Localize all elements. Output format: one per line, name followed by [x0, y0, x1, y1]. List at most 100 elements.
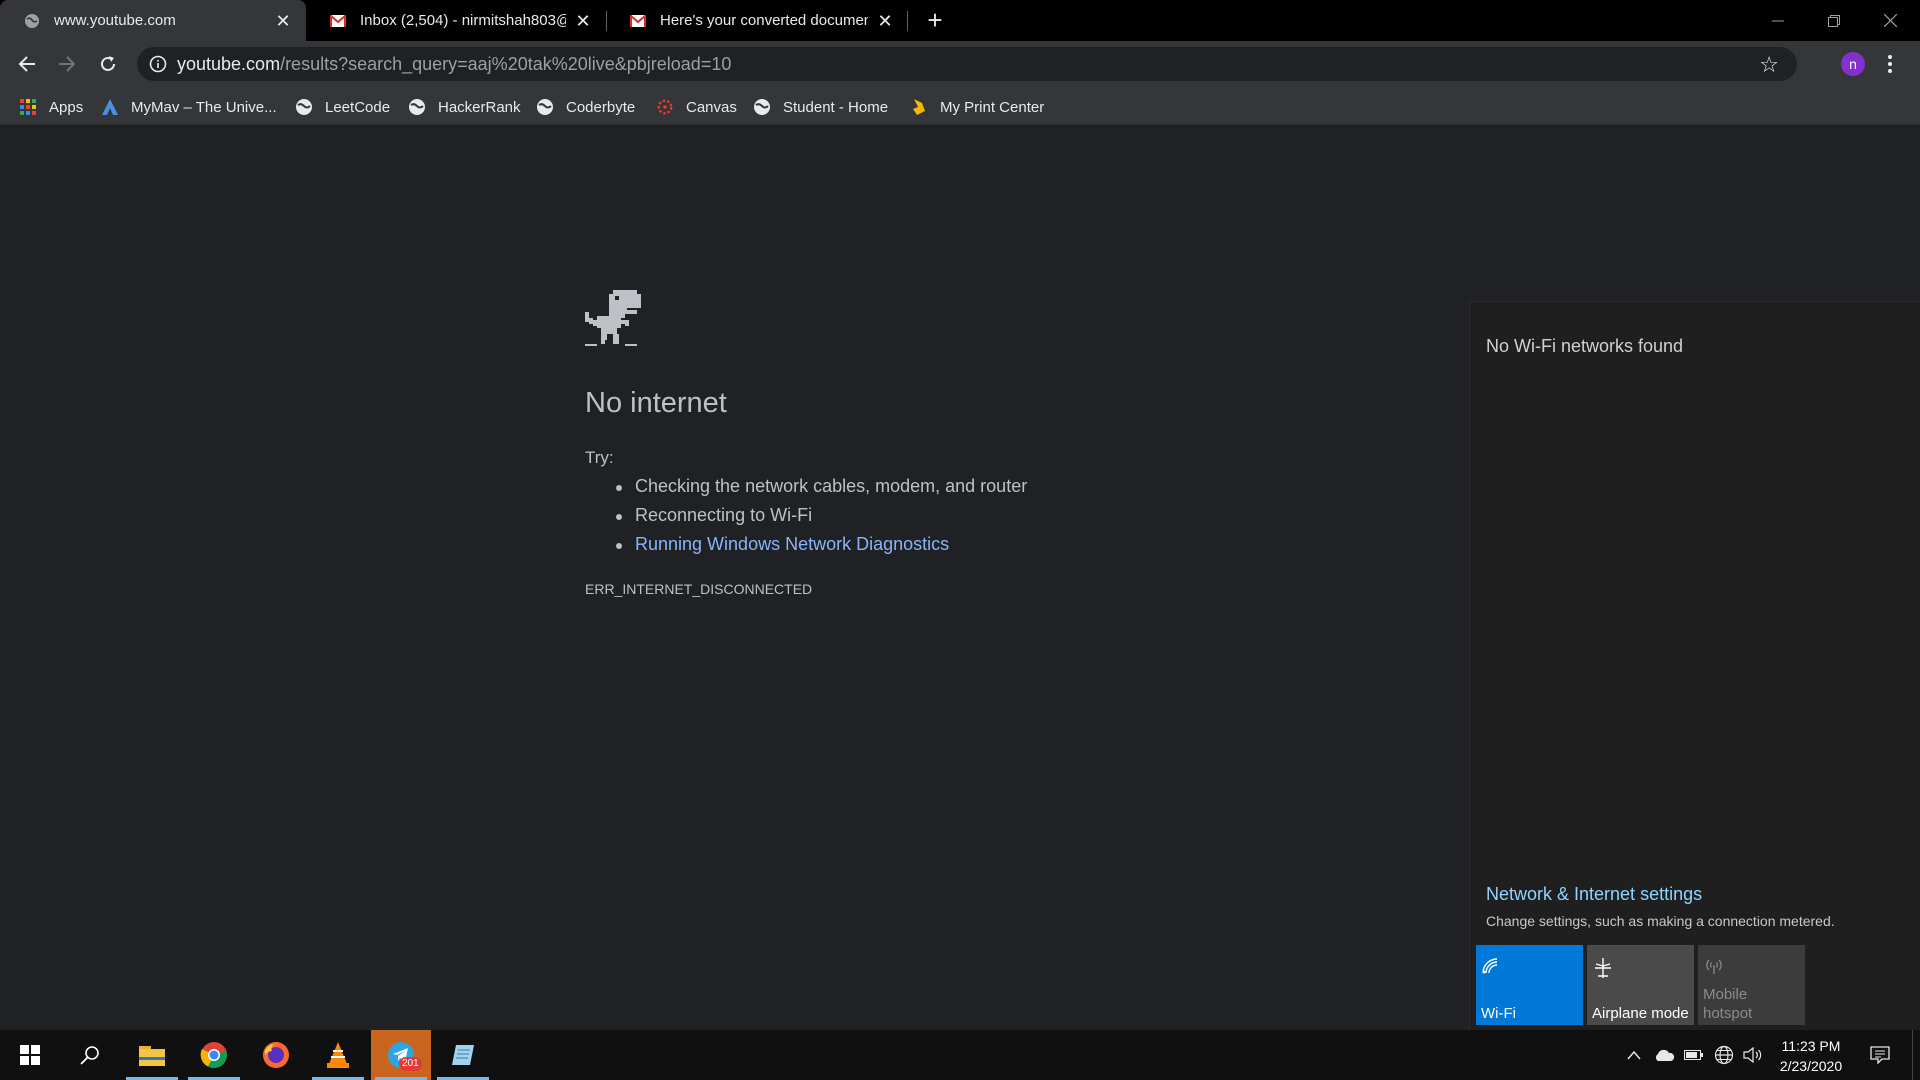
network-tray[interactable] [1713, 1045, 1735, 1065]
network-settings-link[interactable]: Network & Internet settings [1486, 884, 1702, 905]
taskbar-telegram[interactable]: 201 [371, 1030, 431, 1080]
close-tab-icon[interactable]: ✕ [574, 12, 592, 30]
back-button[interactable] [12, 49, 42, 79]
close-tab-icon[interactable]: ✕ [274, 12, 292, 30]
search-icon [80, 1046, 99, 1065]
network-settings-description: Change settings, such as making a connec… [1486, 913, 1835, 929]
quick-action-label: Mobile hotspot [1703, 986, 1753, 1022]
taskbar-firefox[interactable] [246, 1030, 306, 1080]
wifi-status-text: No Wi-Fi networks found [1486, 336, 1684, 356]
wifi-toggle-button[interactable]: Wi-Fi [1476, 945, 1583, 1025]
tab-divider [907, 11, 908, 31]
url-text[interactable]: youtube.com/results?search_query=aaj%20t… [177, 54, 731, 75]
bookmark-coderbyte[interactable]: Coderbyte [536, 96, 635, 118]
network-diagnostics-link[interactable]: Running Windows Network Diagnostics [615, 534, 949, 555]
globe-icon [295, 98, 313, 116]
canvas-icon [656, 98, 674, 116]
bookmark-label: Student - Home [783, 98, 889, 116]
bookmark-my-print-center[interactable]: My Print Center [910, 96, 1044, 118]
bookmark-star-icon[interactable]: ☆ [1759, 52, 1779, 78]
taskbar-file-explorer[interactable] [122, 1030, 182, 1080]
tab-youtube[interactable]: www.youtube.com ✕ [0, 0, 306, 41]
onedrive-tray[interactable] [1652, 1045, 1676, 1065]
notification-badge: 201 [399, 1057, 422, 1071]
hotspot-icon [1703, 957, 1800, 983]
gmail-icon [330, 13, 346, 29]
firefox-icon [263, 1042, 289, 1068]
globe-icon [536, 98, 554, 116]
bookmark-apps[interactable]: Apps [19, 96, 83, 118]
bookmark-label: Coderbyte [566, 98, 636, 116]
airplane-mode-button[interactable]: Airplane mode [1587, 945, 1694, 1025]
windows-taskbar: 201 11:23 PM 2/23/2020 [0, 1030, 1920, 1080]
bookmark-label: HackerRank [438, 98, 521, 116]
airplane-icon [1592, 957, 1689, 983]
tab-title: www.youtube.com [54, 12, 176, 29]
globe-icon [753, 98, 771, 116]
bookmark-label: My Print Center [940, 98, 1045, 116]
minimize-button[interactable] [1750, 0, 1806, 41]
close-tab-icon[interactable]: ✕ [876, 12, 894, 30]
notification-icon [1870, 1046, 1890, 1064]
bookmark-label: Apps [49, 98, 84, 116]
speaker-icon [1743, 1047, 1762, 1063]
bookmark-canvas[interactable]: Canvas [656, 96, 737, 118]
address-bar[interactable]: youtube.com/results?search_query=aaj%20t… [137, 47, 1797, 81]
tab-title: Here's your converted document [660, 12, 868, 29]
reload-button[interactable] [93, 49, 123, 79]
show-hidden-icons-button[interactable] [1624, 1045, 1644, 1065]
globe-icon [24, 13, 40, 29]
suggestion-item: Checking the network cables, modem, and … [615, 476, 1028, 496]
taskbar-search-button[interactable] [60, 1030, 120, 1080]
volume-tray[interactable] [1742, 1045, 1764, 1065]
battery-tray[interactable] [1683, 1045, 1705, 1065]
bookmarks-bar: Apps MyMav – The Unive... LeetCode Hacke… [0, 87, 1920, 125]
globe-icon [408, 98, 426, 116]
battery-icon [1684, 1050, 1703, 1060]
quick-action-label: Airplane mode [1592, 1005, 1689, 1022]
taskbar-vlc[interactable] [308, 1030, 368, 1080]
show-desktop-button[interactable] [1912, 1030, 1920, 1080]
tab-gmail-inbox[interactable]: Inbox (2,504) - nirmitshah803@gmail.com … [306, 0, 606, 41]
try-label: Try: [585, 448, 614, 467]
clock-date: 2/23/2020 [1779, 1058, 1843, 1074]
forward-button[interactable] [52, 49, 82, 79]
url-host: youtube.com [177, 54, 281, 74]
restore-button[interactable] [1806, 0, 1862, 41]
browser-toolbar: youtube.com/results?search_query=aaj%20t… [0, 41, 1920, 87]
suggestion-item: Reconnecting to Wi-Fi [615, 505, 813, 525]
bookmark-mymav[interactable]: MyMav – The Unive... [101, 96, 277, 118]
mymav-icon [101, 98, 119, 116]
bookmark-label: LeetCode [325, 98, 391, 116]
error-code: ERR_INTERNET_DISCONNECTED [585, 581, 813, 597]
offline-dinosaur-icon[interactable] [585, 290, 641, 348]
print-hand-icon [910, 98, 928, 116]
mobile-hotspot-button[interactable]: Mobile hotspot [1698, 945, 1805, 1025]
wifi-icon [1481, 957, 1578, 983]
action-center-button[interactable] [1866, 1045, 1894, 1065]
globe-network-icon [1714, 1045, 1734, 1065]
bookmark-student-home[interactable]: Student - Home [753, 96, 888, 118]
taskbar-chrome[interactable] [184, 1030, 244, 1080]
url-path: /results?search_query=aaj%20tak%20live&p… [280, 54, 732, 74]
bookmark-label: Canvas [686, 98, 737, 116]
avatar[interactable]: n [1841, 52, 1865, 76]
new-tab-button[interactable]: + [922, 7, 948, 34]
chrome-menu-button[interactable] [1880, 50, 1900, 78]
info-icon[interactable] [149, 55, 167, 73]
tab-strip: www.youtube.com ✕ Inbox (2,504) - nirmit… [0, 0, 1920, 41]
chevron-up-icon [1627, 1050, 1641, 1060]
notepad-icon [452, 1045, 474, 1065]
bookmark-leetcode[interactable]: LeetCode [295, 96, 390, 118]
tab-title: Inbox (2,504) - nirmitshah803@gmail.com [360, 12, 566, 29]
tab-converted-document[interactable]: Here's your converted document ✕ [606, 0, 908, 41]
start-button[interactable] [0, 1030, 60, 1080]
close-window-button[interactable] [1862, 0, 1918, 41]
quick-action-label: Wi-Fi [1481, 1005, 1516, 1022]
bookmark-hackerrank[interactable]: HackerRank [408, 96, 521, 118]
gmail-icon [630, 13, 646, 29]
taskbar-notepad[interactable] [433, 1030, 493, 1080]
system-clock[interactable]: 11:23 PM 2/23/2020 [1768, 1036, 1854, 1076]
network-flyout: No Wi-Fi networks found Network & Intern… [1469, 301, 1920, 1030]
bookmark-label: MyMav – The Unive... [131, 98, 277, 116]
